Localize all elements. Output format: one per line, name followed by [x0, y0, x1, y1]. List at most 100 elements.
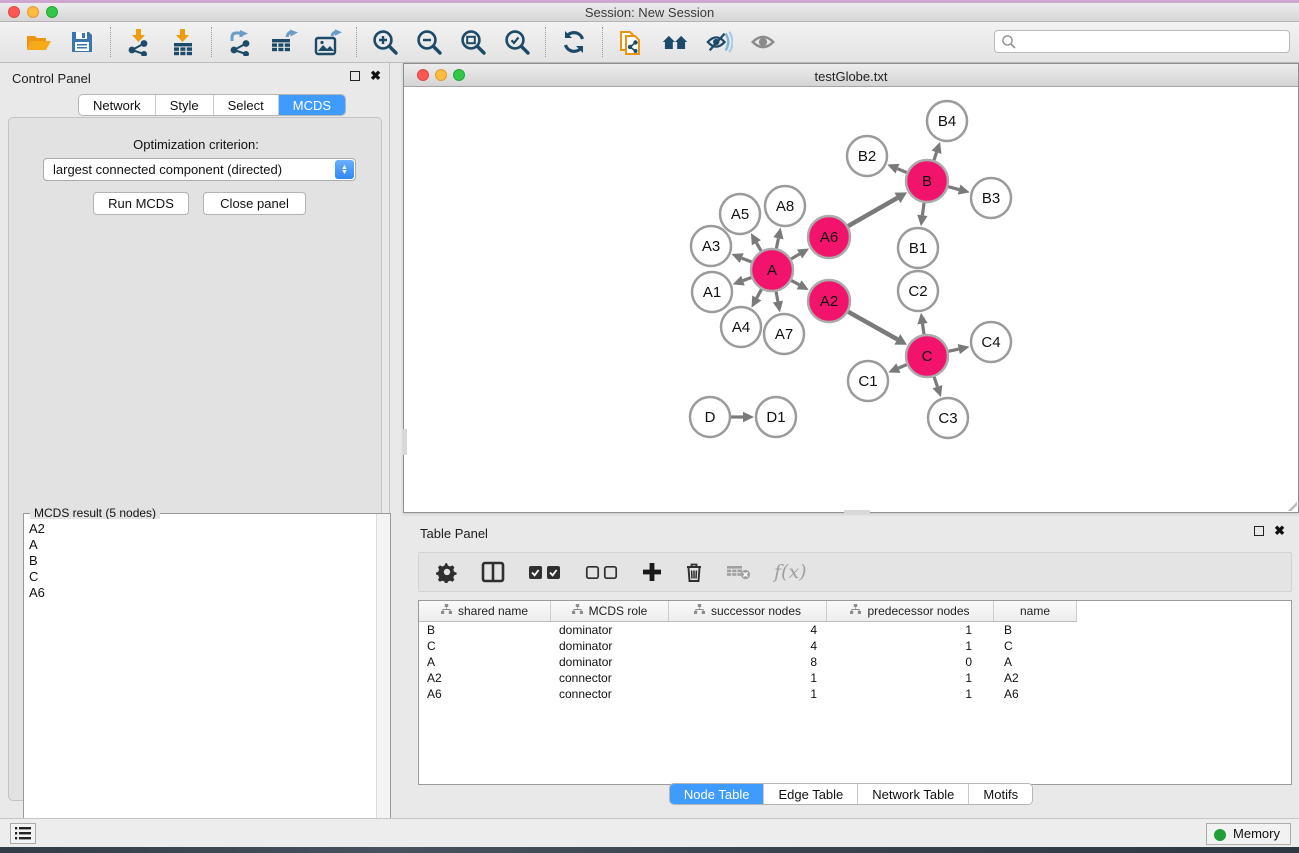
table-row[interactable]: A2connector11A2 [419, 670, 1291, 686]
duplicate-network-icon[interactable] [617, 28, 645, 56]
column-header[interactable]: shared name [419, 601, 551, 621]
float-table-panel-icon[interactable] [1254, 526, 1264, 536]
export-network-icon[interactable] [226, 28, 254, 56]
node-label: B2 [858, 148, 876, 165]
graph-node-c[interactable]: C [906, 335, 948, 377]
deselect-all-icon[interactable] [585, 559, 619, 585]
tab-mcds[interactable]: MCDS [279, 95, 345, 116]
network-canvas[interactable]: A5A8 A3 A A1A4A7 A6 A2 B B2 B4B3 B1 C C2 C4 C1 C3 D D1 [405, 87, 1297, 512]
refresh-layout-icon[interactable] [560, 28, 588, 56]
import-table-icon[interactable] [169, 28, 197, 56]
graph-node-c4[interactable]: C4 [971, 322, 1011, 362]
graph-node-c1[interactable]: C1 [848, 361, 888, 401]
close-panel-icon[interactable]: ✖ [370, 71, 381, 81]
horizontal-scrollbar-stub[interactable] [844, 510, 870, 514]
close-table-panel-icon[interactable]: ✖ [1274, 526, 1285, 536]
result-item[interactable]: A2 [29, 521, 373, 537]
open-session-icon[interactable] [24, 28, 52, 56]
tab-select[interactable]: Select [214, 95, 279, 116]
table-row[interactable]: A6connector11A6 [419, 686, 1291, 702]
edge-arrowhead [773, 228, 783, 240]
function-builder-icon[interactable]: f(x) [774, 561, 807, 583]
graph-edge[interactable] [845, 198, 897, 228]
result-item[interactable]: A [29, 537, 373, 553]
control-panel: Control Panel ✖ NetworkStyleSelectMCDS O… [0, 63, 390, 810]
select-all-icon[interactable] [528, 559, 562, 585]
column-header[interactable]: name [994, 601, 1077, 621]
table-cell: A6 [419, 686, 551, 702]
graph-edge[interactable] [846, 310, 898, 339]
graph-node-b4[interactable]: B4 [927, 101, 967, 141]
hide-selected-icon[interactable] [705, 28, 733, 56]
tab-motifs[interactable]: Motifs [969, 784, 1032, 804]
column-header[interactable]: predecessor nodes [827, 601, 994, 621]
graph-node-d[interactable]: D [690, 397, 730, 437]
add-column-icon[interactable] [642, 559, 662, 585]
delete-icon[interactable] [685, 559, 703, 585]
table-cell: 1 [827, 638, 994, 654]
node-label: A2 [820, 293, 838, 310]
memory-button[interactable]: Memory [1206, 823, 1291, 845]
first-neighbors-icon[interactable] [661, 28, 689, 56]
tab-network-table[interactable]: Network Table [858, 784, 969, 804]
float-panel-icon[interactable] [350, 71, 360, 81]
graph-node-a5[interactable]: A5 [720, 194, 760, 234]
table-row[interactable]: Bdominator41B [419, 622, 1291, 638]
graph-node-a6[interactable]: A6 [808, 216, 850, 258]
graph-node-a4[interactable]: A4 [721, 307, 761, 347]
network-window-titlebar[interactable]: testGlobe.txt [404, 64, 1298, 87]
export-table-icon[interactable] [270, 28, 298, 56]
graph-node-d1[interactable]: D1 [756, 397, 796, 437]
result-item[interactable]: C [29, 569, 373, 585]
criterion-dropdown[interactable]: largest connected component (directed) ▲… [43, 158, 356, 181]
graph-node-b1[interactable]: B1 [898, 228, 938, 268]
table-cell: C [994, 638, 1077, 654]
result-scrollbar[interactable] [376, 514, 390, 852]
show-all-icon[interactable] [749, 28, 777, 56]
import-network-icon[interactable] [125, 28, 153, 56]
graph-node-c3[interactable]: C3 [928, 398, 968, 438]
split-table-icon[interactable] [481, 559, 505, 585]
hierarchy-icon [694, 604, 705, 618]
graph-node-a3[interactable]: A3 [691, 226, 731, 266]
graph-node-a[interactable]: A [751, 249, 793, 291]
graph-node-b3[interactable]: B3 [971, 178, 1011, 218]
task-history-button[interactable] [10, 823, 36, 844]
tab-node-table[interactable]: Node Table [670, 784, 765, 804]
graph-node-a7[interactable]: A7 [764, 314, 804, 354]
column-header-label: name [1020, 604, 1050, 618]
gear-icon[interactable] [436, 559, 458, 585]
resize-grip[interactable] [1284, 498, 1297, 511]
result-item[interactable]: B [29, 553, 373, 569]
graph-node-b[interactable]: B [906, 160, 948, 202]
tab-edge-table[interactable]: Edge Table [764, 784, 858, 804]
search-input[interactable] [994, 30, 1290, 53]
zoom-in-icon[interactable] [371, 28, 399, 56]
node-label: A [767, 262, 777, 279]
zoom-selected-icon[interactable] [503, 28, 531, 56]
zoom-out-icon[interactable] [415, 28, 443, 56]
export-image-icon[interactable] [314, 28, 342, 56]
graph-node-b2[interactable]: B2 [847, 136, 887, 176]
graph-node-a2[interactable]: A2 [808, 280, 850, 322]
column-header[interactable]: MCDS role [551, 601, 669, 621]
zoom-fit-icon[interactable] [459, 28, 487, 56]
table-row[interactable]: Cdominator41C [419, 638, 1291, 654]
table-row[interactable]: Adominator80A [419, 654, 1291, 670]
main-toolbar [0, 22, 1299, 63]
save-session-icon[interactable] [68, 28, 96, 56]
graph-node-c2[interactable]: C2 [898, 271, 938, 311]
graph-node-a1[interactable]: A1 [692, 272, 732, 312]
tab-network[interactable]: Network [79, 95, 156, 116]
tab-style[interactable]: Style [156, 95, 214, 116]
column-header[interactable]: successor nodes [669, 601, 827, 621]
vertical-scrollbar-stub[interactable] [403, 429, 407, 455]
node-label: C1 [858, 373, 877, 390]
node-table: shared nameMCDS rolesuccessor nodesprede… [418, 600, 1292, 785]
close-panel-button[interactable]: Close panel [203, 192, 306, 215]
search-icon [1001, 34, 1017, 50]
delete-table-icon[interactable] [726, 559, 751, 585]
run-mcds-button[interactable]: Run MCDS [93, 192, 189, 215]
graph-node-a8[interactable]: A8 [765, 186, 805, 226]
result-item[interactable]: A6 [29, 585, 373, 601]
